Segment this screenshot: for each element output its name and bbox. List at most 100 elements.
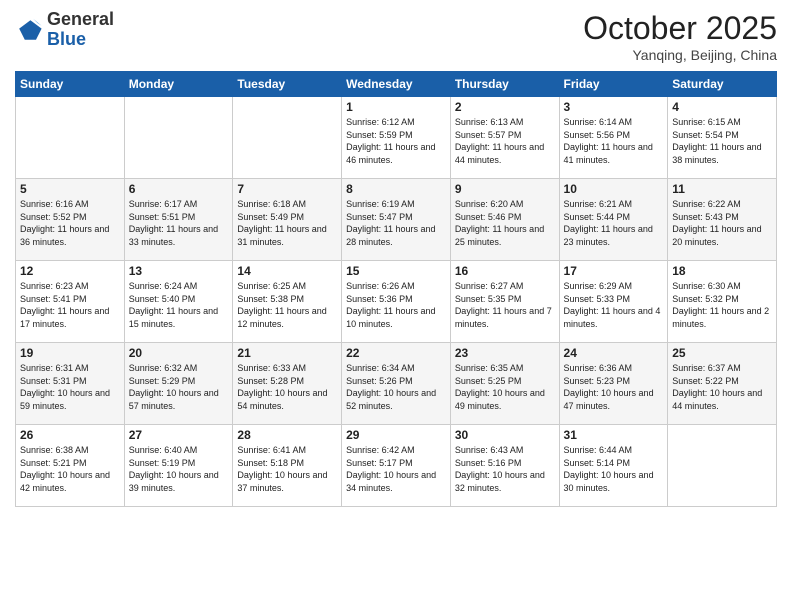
calendar-cell: 17Sunrise: 6:29 AMSunset: 5:33 PMDayligh… bbox=[559, 261, 668, 343]
day-info: Sunrise: 6:19 AMSunset: 5:47 PMDaylight:… bbox=[346, 198, 446, 248]
day-number: 5 bbox=[20, 182, 120, 196]
day-number: 10 bbox=[564, 182, 664, 196]
month-title: October 2025 bbox=[583, 10, 777, 47]
day-number: 26 bbox=[20, 428, 120, 442]
day-info: Sunrise: 6:26 AM Sunset: 5:36 PM Daylight:… bbox=[346, 280, 446, 330]
day-number: 9 bbox=[455, 182, 555, 196]
day-info: Sunrise: 6:14 AMSunset: 5:56 PMDaylight:… bbox=[564, 116, 664, 166]
day-info-line: Sunset: 5:31 PM bbox=[20, 376, 87, 386]
logo-blue-text: Blue bbox=[47, 29, 86, 49]
day-info: Sunrise: 6:32 AMSunset: 5:29 PMDaylight:… bbox=[129, 362, 229, 412]
day-info-line: Sunset: 5:33 PM bbox=[564, 294, 631, 304]
title-block: October 2025 Yanqing, Beijing, China bbox=[583, 10, 777, 63]
day-info-line: Daylight: 11 hours and 17 minutes. bbox=[20, 306, 109, 329]
day-info-line: Sunrise: 6:21 AM bbox=[564, 199, 633, 209]
day-info-line: Sunrise: 6:18 AM bbox=[237, 199, 306, 209]
day-info-line: Daylight: 11 hours and 23 minutes. bbox=[564, 224, 653, 247]
day-info-line: Sunrise: 6:37 AM bbox=[672, 363, 741, 373]
day-info-line: Daylight: 10 hours and 47 minutes. bbox=[564, 388, 654, 411]
day-info-line: Sunset: 5:26 PM bbox=[346, 376, 413, 386]
day-info-line: Sunrise: 6:36 AM bbox=[564, 363, 633, 373]
day-info-line: Sunset: 5:14 PM bbox=[564, 458, 631, 468]
day-number: 22 bbox=[346, 346, 446, 360]
col-header-tuesday: Tuesday bbox=[233, 72, 342, 97]
day-number: 28 bbox=[237, 428, 337, 442]
day-info: Sunrise: 6:41 AMSunset: 5:18 PMDaylight:… bbox=[237, 444, 337, 494]
day-info-line: Sunset: 5:28 PM bbox=[237, 376, 304, 386]
day-info-line: Sunrise: 6:14 AM bbox=[564, 117, 633, 127]
calendar-table: SundayMondayTuesdayWednesdayThursdayFrid… bbox=[15, 71, 777, 507]
calendar-cell: 14Sunrise: 6:25 AMSunset: 5:38 PMDayligh… bbox=[233, 261, 342, 343]
day-info-line: Sunrise: 6:25 AM bbox=[237, 281, 306, 291]
day-info-line: Sunrise: 6:42 AM bbox=[346, 445, 415, 455]
day-info-line: Sunrise: 6:43 AM bbox=[455, 445, 524, 455]
day-info-line: Sunset: 5:32 PM bbox=[672, 294, 739, 304]
day-info-line: Sunset: 5:19 PM bbox=[129, 458, 196, 468]
day-info-line: Daylight: 11 hours and 28 minutes. bbox=[346, 224, 435, 247]
page-header: General Blue October 2025 Yanqing, Beiji… bbox=[15, 10, 777, 63]
calendar-cell bbox=[124, 97, 233, 179]
day-number: 8 bbox=[346, 182, 446, 196]
day-info-line: Daylight: 11 hours and 44 minutes. bbox=[455, 142, 544, 165]
day-info-line: Sunrise: 6:24 AM bbox=[129, 281, 198, 291]
day-number: 1 bbox=[346, 100, 446, 114]
day-info-line: Sunset: 5:44 PM bbox=[564, 212, 631, 222]
day-info-line: Sunrise: 6:44 AM bbox=[564, 445, 633, 455]
calendar-cell: 22Sunrise: 6:34 AMSunset: 5:26 PMDayligh… bbox=[342, 343, 451, 425]
day-info: Sunrise: 6:30 AMSunset: 5:32 PMDaylight:… bbox=[672, 280, 772, 330]
day-info-line: Sunset: 5:46 PM bbox=[455, 212, 522, 222]
day-info-line: Sunrise: 6:16 AM bbox=[20, 199, 89, 209]
day-info-line: Sunrise: 6:20 AM bbox=[455, 199, 524, 209]
day-info-line: Sunset: 5:56 PM bbox=[564, 130, 631, 140]
day-info-line: Sunset: 5:40 PM bbox=[129, 294, 196, 304]
calendar-cell: 23Sunrise: 6:35 AMSunset: 5:25 PMDayligh… bbox=[450, 343, 559, 425]
day-number: 20 bbox=[129, 346, 229, 360]
day-info: Sunrise: 6:16 AMSunset: 5:52 PMDaylight:… bbox=[20, 198, 120, 248]
calendar-cell: 8 Sunrise: 6:19 AMSunset: 5:47 PMDaylight… bbox=[342, 179, 451, 261]
day-info-line: Sunset: 5:17 PM bbox=[346, 458, 413, 468]
day-info-line: Sunset: 5:16 PM bbox=[455, 458, 522, 468]
day-number: 7 bbox=[237, 182, 337, 196]
col-header-thursday: Thursday bbox=[450, 72, 559, 97]
day-info-line: Daylight: 11 hours and 15 minutes. bbox=[129, 306, 218, 329]
calendar-cell: 11Sunrise: 6:22 AMSunset: 5:43 PMDayligh… bbox=[668, 179, 777, 261]
day-info: Sunrise: 6:35 AMSunset: 5:25 PMDaylight:… bbox=[455, 362, 555, 412]
calendar-cell bbox=[668, 425, 777, 507]
day-info-line: Sunrise: 6:26 AM bbox=[346, 281, 415, 291]
day-number: 18 bbox=[672, 264, 772, 278]
day-number: 21 bbox=[237, 346, 337, 360]
day-info: Sunrise: 6:23 AMSunset: 5:41 PMDaylight:… bbox=[20, 280, 120, 330]
day-info-line: Sunrise: 6:13 AM bbox=[455, 117, 524, 127]
day-info-line: Sunrise: 6:40 AM bbox=[129, 445, 198, 455]
day-info-line: Daylight: 11 hours and 2 minutes. bbox=[672, 306, 769, 329]
day-info-line: Sunrise: 6:15 AM bbox=[672, 117, 741, 127]
day-info-line: Sunset: 5:57 PM bbox=[455, 130, 522, 140]
day-number: 3 bbox=[564, 100, 664, 114]
calendar-cell bbox=[16, 97, 125, 179]
day-info: Sunrise: 6:38 AMSunset: 5:21 PMDaylight:… bbox=[20, 444, 120, 494]
calendar-cell: 28 Sunrise: 6:41 AMSunset: 5:18 PMDayligh… bbox=[233, 425, 342, 507]
day-info-line: Sunrise: 6:19 AM bbox=[346, 199, 415, 209]
day-info: Sunrise: 6:31 AMSunset: 5:31 PMDaylight:… bbox=[20, 362, 120, 412]
day-info-line: Sunrise: 6:27 AM bbox=[455, 281, 524, 291]
day-number: 6 bbox=[129, 182, 229, 196]
day-info-line: Daylight: 10 hours and 44 minutes. bbox=[672, 388, 762, 411]
day-info-line: Sunset: 5:25 PM bbox=[455, 376, 522, 386]
day-info: Sunrise: 6:12 AMSunset: 5:59 PMDaylight:… bbox=[346, 116, 446, 166]
day-info-line: Daylight: 11 hours and 33 minutes. bbox=[129, 224, 218, 247]
day-info-line: Daylight: 10 hours and 54 minutes. bbox=[237, 388, 327, 411]
day-number: 12 bbox=[20, 264, 120, 278]
day-info-line: Daylight: 11 hours and 10 minutes. bbox=[346, 306, 435, 329]
day-info-line: Sunset: 5:23 PM bbox=[564, 376, 631, 386]
calendar-cell: 20 Sunrise: 6:32 AMSunset: 5:29 PMDayligh… bbox=[124, 343, 233, 425]
day-number: 15 bbox=[346, 264, 446, 278]
day-info: Sunrise: 6:25 AMSunset: 5:38 PMDaylight:… bbox=[237, 280, 337, 330]
day-info-line: Sunset: 5:36 PM bbox=[346, 294, 413, 304]
day-info-line: Sunset: 5:54 PM bbox=[672, 130, 739, 140]
day-info-line: Daylight: 11 hours and 20 minutes. bbox=[672, 224, 761, 247]
col-header-sunday: Sunday bbox=[16, 72, 125, 97]
day-info-line: Daylight: 10 hours and 30 minutes. bbox=[564, 470, 654, 493]
day-info: Sunrise: 6:13 AM Sunset: 5:57 PM Daylight:… bbox=[455, 116, 555, 166]
day-number: 13 bbox=[129, 264, 229, 278]
day-number: 17 bbox=[564, 264, 664, 278]
